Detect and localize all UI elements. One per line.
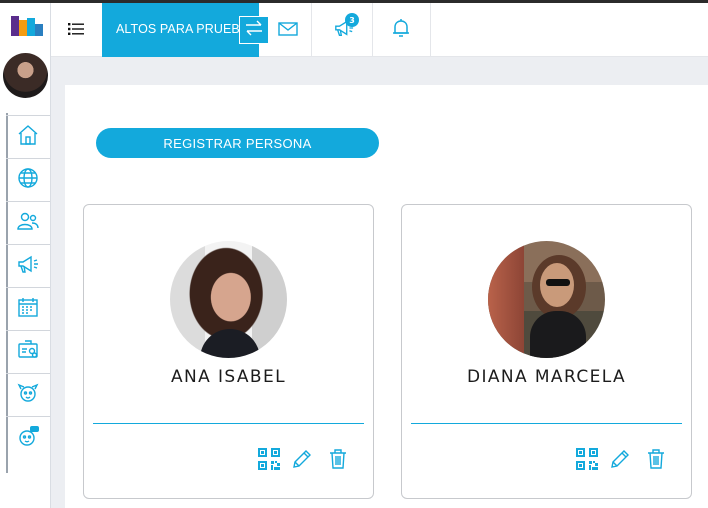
card-divider — [93, 423, 364, 424]
edit-button[interactable] — [289, 448, 315, 474]
id-card-icon — [16, 338, 40, 366]
person-card: DIANA MARCELA — [401, 204, 692, 499]
notification-count-badge: 3 — [345, 13, 359, 27]
calendar-icon — [16, 295, 40, 323]
qr-code-icon — [258, 448, 280, 474]
app-logo[interactable] — [11, 16, 43, 36]
menu-list-icon — [68, 21, 84, 40]
sos-icon — [16, 424, 40, 452]
person-name: DIANA MARCELA — [466, 367, 627, 387]
company-selector-tab[interactable]: ALTOS PARA PRUEBA — [102, 3, 259, 57]
qr-code-icon — [576, 448, 598, 474]
sidebar-item-announcements[interactable] — [6, 244, 50, 286]
menu-toggle-button[interactable] — [64, 18, 88, 42]
company-name: ALTOS PARA PRUEBA — [116, 22, 249, 36]
top-bar: ALTOS PARA PRUEBA 3 — [51, 3, 708, 57]
megaphone-icon — [16, 252, 40, 280]
trash-icon — [329, 449, 347, 473]
delete-button[interactable] — [325, 448, 351, 474]
sidebar-item-people[interactable] — [6, 201, 50, 243]
topbar-divider — [430, 3, 431, 57]
sidebar-item-home[interactable] — [6, 115, 50, 157]
person-photo — [488, 241, 605, 358]
qr-code-button[interactable] — [574, 448, 600, 474]
sidebar-item-id-card[interactable] — [6, 330, 50, 372]
pet-icon — [16, 381, 40, 409]
sidebar-item-calendar[interactable] — [6, 287, 50, 329]
sidebar-item-sos[interactable] — [6, 416, 50, 458]
card-divider — [411, 423, 682, 424]
topbar-divider — [311, 3, 312, 57]
trash-icon — [647, 449, 665, 473]
globe-icon — [16, 166, 40, 194]
mail-icon — [278, 21, 298, 40]
person-card: ANA ISABEL — [83, 204, 374, 499]
person-name: ANA ISABEL — [170, 367, 286, 387]
edit-button[interactable] — [607, 448, 633, 474]
person-photo — [170, 241, 287, 358]
people-icon — [16, 209, 40, 237]
edit-pencil-icon — [292, 449, 312, 473]
swap-arrows-icon — [245, 20, 263, 40]
notifications-button[interactable] — [387, 3, 415, 57]
bell-icon — [392, 18, 410, 42]
switch-company-button[interactable] — [239, 16, 269, 44]
messages-button[interactable] — [273, 3, 303, 57]
register-person-button[interactable]: REGISTRAR PERSONA — [96, 128, 379, 158]
sidebar-item-pets[interactable] — [6, 373, 50, 415]
home-icon — [16, 123, 40, 151]
edit-pencil-icon — [610, 449, 630, 473]
user-avatar[interactable] — [3, 53, 48, 98]
sidebar-item-globe[interactable] — [6, 158, 50, 200]
qr-code-button[interactable] — [256, 448, 282, 474]
delete-button[interactable] — [643, 448, 669, 474]
announcements-button[interactable] — [329, 3, 359, 57]
topbar-divider — [372, 3, 373, 57]
